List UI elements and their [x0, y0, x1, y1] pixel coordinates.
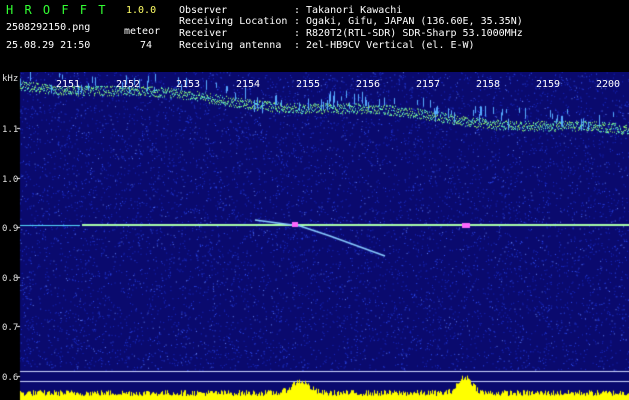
y-tick-label: 0.8: [2, 274, 19, 284]
x-tick-label: 2158: [476, 79, 501, 90]
location-sep: :: [294, 16, 301, 27]
receiver-sep: :: [294, 28, 301, 39]
receiver-label: Receiver: [179, 28, 228, 39]
x-tick-label: 2153: [176, 79, 201, 90]
x-tick-label: 2156: [356, 79, 381, 90]
spectrogram-canvas: [0, 72, 629, 400]
receiver-value: R820T2(RTL-SDR) SDR-Sharp 53.1000MHz: [306, 28, 523, 39]
antenna-value: 2el-HB9CV Vertical (el. E-W): [306, 40, 475, 51]
header-panel: H R O F F T 1.0.0 2508292150.png meteor …: [0, 0, 629, 72]
location-value: Ogaki, Gifu, JAPAN (136.60E, 35.35N): [306, 16, 523, 27]
y-tick-label: 0.7: [2, 323, 19, 333]
x-tick-label: 2159: [536, 79, 561, 90]
y-tick-label: 0.6: [2, 373, 19, 383]
y-tick-label: 1.1: [2, 125, 19, 135]
antenna-label: Receiving antenna: [179, 40, 282, 51]
meteor-label: meteor: [124, 26, 161, 37]
x-tick-label: 2151: [56, 79, 81, 90]
file-name: 2508292150.png: [6, 22, 91, 33]
app-version: 1.0.0: [126, 5, 157, 16]
y-tick-label: 1.0: [2, 175, 19, 185]
app-title: H R O F F T: [6, 3, 108, 17]
meteor-count: 74: [140, 40, 153, 51]
y-unit-label: kHz: [2, 74, 19, 84]
timestamp: 25.08.29 21:50: [6, 40, 91, 51]
x-tick-label: 2152: [116, 79, 141, 90]
x-tick-label: 2200: [596, 79, 621, 90]
x-tick-label: 2154: [236, 79, 261, 90]
y-tick-label: 0.9: [2, 224, 19, 234]
location-label: Receiving Location: [179, 16, 288, 27]
x-tick-label: 2157: [416, 79, 441, 90]
antenna-sep: :: [294, 40, 301, 51]
x-tick-label: 2155: [296, 79, 321, 90]
